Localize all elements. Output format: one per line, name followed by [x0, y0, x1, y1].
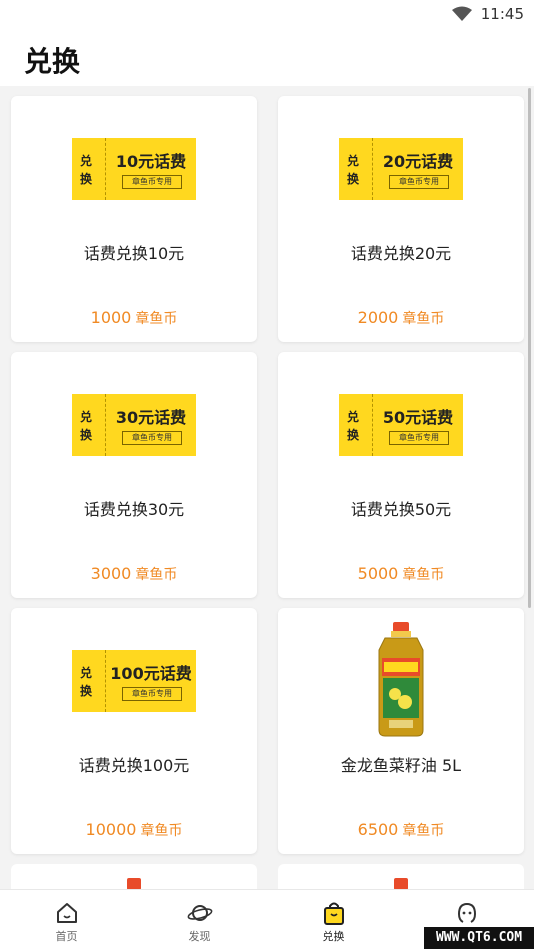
coupon-stub-text: 兑: [80, 410, 93, 424]
price-unit: 章鱼币: [402, 311, 445, 327]
coupon-stub-text: 换: [80, 684, 93, 698]
price-value: 5000: [357, 564, 399, 583]
product-thumbnail: [394, 878, 408, 889]
product-card[interactable]: 兑 换 20元话费 章鱼币专用 话费兑换20元 2000 章鱼币: [278, 96, 524, 342]
product-card-partial[interactable]: [11, 864, 257, 889]
price-unit: 章鱼币: [135, 311, 178, 327]
coupon-amount: 50元话费: [382, 408, 454, 427]
tab-label: 兑换: [322, 930, 345, 943]
product-card[interactable]: 兑 换 50元话费 章鱼币专用 话费兑换50元 5000 章鱼币: [278, 352, 524, 598]
coupon-tag: 章鱼币专用: [122, 687, 182, 701]
product-card[interactable]: 兑 换 100元话费 章鱼币专用 话费兑换100元 10000 章鱼币: [11, 608, 257, 854]
oil-bottle-image: [375, 622, 427, 738]
product-card[interactable]: 兑 换 10元话费 章鱼币专用 话费兑换10元 1000 章鱼币: [11, 96, 257, 342]
coupon-image: 兑 换 20元话费 章鱼币专用: [339, 138, 463, 200]
scrollbar[interactable]: [528, 88, 531, 608]
home-icon: [54, 900, 80, 926]
coupon-amount: 10元话费: [115, 152, 187, 171]
status-bar: 11:45: [0, 0, 534, 30]
coupon-stub-text: 兑: [80, 666, 93, 680]
product-grid[interactable]: 兑 换 10元话费 章鱼币专用 话费兑换10元 1000 章鱼币 兑 换 20元话…: [0, 86, 534, 889]
price-unit: 章鱼币: [135, 567, 178, 583]
tab-home[interactable]: 首页: [0, 890, 133, 949]
product-name: 金龙鱼菜籽油 5L: [340, 756, 462, 775]
product-price: 10000 章鱼币: [11, 820, 257, 840]
product-name: 话费兑换20元: [350, 244, 452, 263]
product-name: 话费兑换100元: [78, 756, 190, 775]
product-price: 2000 章鱼币: [278, 308, 524, 328]
tab-discover[interactable]: 发现: [133, 890, 266, 949]
coupon-tag: 章鱼币专用: [389, 431, 449, 445]
page-header: 兑换: [0, 30, 534, 86]
product-name: 话费兑换30元: [83, 500, 185, 519]
product-price: 5000 章鱼币: [278, 564, 524, 584]
price-value: 3000: [90, 564, 132, 583]
price-value: 2000: [357, 308, 399, 327]
product-price: 3000 章鱼币: [11, 564, 257, 584]
coupon-amount: 100元话费: [110, 664, 192, 683]
watermark: WWW.QT6.COM: [424, 927, 534, 949]
product-card-partial[interactable]: [278, 864, 524, 889]
coupon-image: 兑 换 10元话费 章鱼币专用: [72, 138, 196, 200]
price-value: 1000: [90, 308, 132, 327]
coupon-stub-text: 换: [347, 172, 360, 186]
product-price: 6500 章鱼币: [278, 820, 524, 840]
coupon-image: 兑 换 100元话费 章鱼币专用: [72, 650, 196, 712]
coupon-stub-text: 换: [80, 172, 93, 186]
coupon-tag: 章鱼币专用: [122, 175, 182, 189]
status-time: 11:45: [480, 5, 524, 23]
price-value: 6500: [357, 820, 399, 839]
page-title: 兑换: [24, 45, 81, 78]
coupon-stub-text: 兑: [347, 154, 360, 168]
planet-icon: [187, 900, 213, 926]
product-thumbnail: [127, 878, 141, 889]
product-name: 话费兑换50元: [350, 500, 452, 519]
product-price: 1000 章鱼币: [11, 308, 257, 328]
coupon-tag: 章鱼币专用: [389, 175, 449, 189]
coupon-image: 兑 换 30元话费 章鱼币专用: [72, 394, 196, 456]
price-unit: 章鱼币: [402, 567, 445, 583]
wifi-icon: [452, 6, 472, 26]
tab-label: 发现: [188, 930, 211, 943]
octopus-icon: [454, 900, 480, 926]
coupon-stub-text: 兑: [347, 410, 360, 424]
product-card[interactable]: 金龙鱼菜籽油 5L 6500 章鱼币: [278, 608, 524, 854]
coupon-stub-text: 换: [347, 428, 360, 442]
product-card[interactable]: 兑 换 30元话费 章鱼币专用 话费兑换30元 3000 章鱼币: [11, 352, 257, 598]
coupon-amount: 30元话费: [115, 408, 187, 427]
tab-exchange[interactable]: 兑换: [267, 890, 400, 949]
price-unit: 章鱼币: [402, 823, 445, 839]
shopping-bag-icon: [321, 900, 347, 926]
coupon-tag: 章鱼币专用: [122, 431, 182, 445]
product-name: 话费兑换10元: [83, 244, 185, 263]
price-unit: 章鱼币: [140, 823, 183, 839]
coupon-image: 兑 换 50元话费 章鱼币专用: [339, 394, 463, 456]
coupon-amount: 20元话费: [382, 152, 454, 171]
price-value: 10000: [85, 820, 137, 839]
tab-label: 首页: [55, 930, 78, 943]
coupon-stub-text: 兑: [80, 154, 93, 168]
coupon-stub-text: 换: [80, 428, 93, 442]
